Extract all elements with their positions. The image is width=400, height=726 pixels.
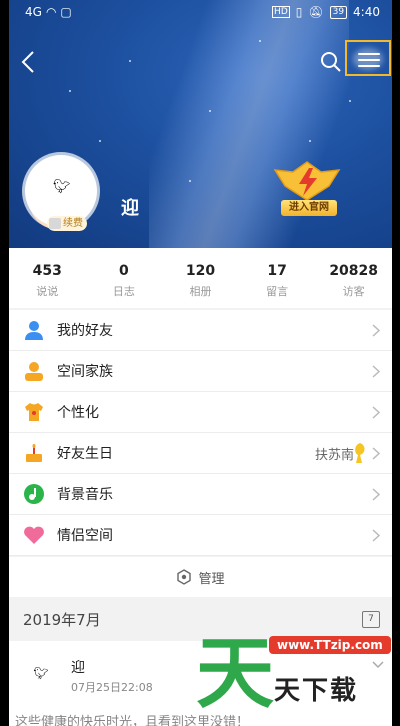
battery-icon: 39 bbox=[329, 5, 348, 19]
chevron-right-icon bbox=[372, 529, 380, 542]
menu-label: 个性化 bbox=[57, 405, 99, 421]
stat-value: 120 bbox=[185, 263, 216, 279]
cake-icon bbox=[26, 444, 42, 462]
search-button[interactable] bbox=[319, 50, 343, 74]
stat-label: 留言 bbox=[266, 285, 289, 298]
chevron-right-icon bbox=[372, 365, 380, 378]
hexagon-settings-icon bbox=[177, 569, 192, 585]
calendar-icon[interactable]: 7 bbox=[362, 611, 380, 628]
birthday-avatar-icon bbox=[355, 443, 365, 463]
stat-label: 日志 bbox=[112, 285, 135, 298]
stat-value: 0 bbox=[119, 263, 129, 279]
menu-list: 我的好友 空间家族 个性化 好友生日 扶苏南 背景音乐 情侣空间 bbox=[9, 310, 392, 556]
status-bar: 4G ◠ ▢ HD ▯ 🔕︎ 39 4:40 bbox=[9, 0, 392, 24]
stats-bar: 453 说说 0 日志 120 相册 17 留言 20828 访客 bbox=[9, 248, 392, 308]
notification-icon: ▢ bbox=[60, 5, 72, 19]
menu-item-music[interactable]: 背景音乐 bbox=[9, 474, 392, 515]
menu-item-personalize[interactable]: 个性化 bbox=[9, 392, 392, 433]
vibrate-icon: ▯ bbox=[295, 5, 303, 19]
clock: 4:40 bbox=[353, 5, 380, 19]
date-label: 2019年7月 bbox=[23, 610, 101, 629]
menu-item-birthdays[interactable]: 好友生日 扶苏南 bbox=[9, 433, 392, 474]
post-time: 07月25日22:08 bbox=[71, 681, 153, 694]
stat-messages[interactable]: 17 留言 bbox=[239, 248, 316, 308]
bird-icon: 🐦︎ bbox=[53, 179, 71, 195]
chevron-right-icon bbox=[372, 406, 380, 419]
vip-icon bbox=[49, 218, 61, 229]
menu-item-friends[interactable]: 我的好友 bbox=[9, 310, 392, 351]
profile-header: 4G ◠ ▢ HD ▯ 🔕︎ 39 4:40 🐦︎ 续费 迎 进入官网 bbox=[9, 0, 392, 248]
bird-icon: 🐦︎ bbox=[33, 666, 49, 680]
calendar-day: 7 bbox=[368, 614, 374, 624]
stat-blogs[interactable]: 0 日志 bbox=[86, 248, 163, 308]
hd-icon: HD bbox=[272, 6, 290, 18]
official-site-label: 进入官网 bbox=[281, 200, 337, 216]
chevron-right-icon bbox=[372, 488, 380, 501]
music-icon bbox=[24, 484, 44, 504]
wifi-icon: ◠ bbox=[45, 5, 57, 19]
stat-posts[interactable]: 453 说说 bbox=[9, 248, 86, 308]
stat-value: 17 bbox=[267, 263, 287, 279]
manage-label: 管理 bbox=[198, 571, 225, 587]
menu-item-family[interactable]: 空间家族 bbox=[9, 351, 392, 392]
lightning-crown-icon bbox=[273, 161, 341, 201]
stat-visitors[interactable]: 20828 访客 bbox=[315, 248, 392, 308]
manage-button[interactable]: 管理 bbox=[9, 557, 392, 597]
stat-albums[interactable]: 120 相册 bbox=[162, 248, 239, 308]
search-icon bbox=[321, 52, 341, 72]
heart-icon bbox=[24, 526, 44, 544]
back-button[interactable] bbox=[17, 48, 41, 76]
chevron-right-icon bbox=[372, 324, 380, 337]
menu-label: 好友生日 bbox=[57, 446, 113, 462]
birthday-friend-name: 扶苏南 bbox=[314, 447, 354, 463]
watermark-char: 天 bbox=[196, 629, 275, 719]
watermark-logo: 天 www.TTzip.com 天下载 bbox=[196, 629, 396, 726]
phone-screen: 4G ◠ ▢ HD ▯ 🔕︎ 39 4:40 🐦︎ 续费 迎 进入官网 453 … bbox=[9, 0, 392, 726]
stat-value: 20828 bbox=[329, 263, 379, 279]
mute-icon: 🔕︎ bbox=[308, 5, 324, 19]
menu-button[interactable] bbox=[345, 40, 391, 76]
stat-label: 访客 bbox=[342, 285, 365, 298]
menu-item-couple[interactable]: 情侣空间 bbox=[9, 515, 392, 556]
menu-label: 情侣空间 bbox=[57, 528, 113, 544]
menu-label: 空间家族 bbox=[57, 364, 113, 380]
official-site-button[interactable]: 进入官网 bbox=[271, 160, 343, 220]
username: 迎 bbox=[121, 198, 139, 219]
post-author: 迎 bbox=[71, 660, 85, 676]
stat-value: 453 bbox=[32, 263, 62, 279]
renew-vip-badge[interactable]: 续费 bbox=[47, 216, 87, 231]
watermark-brand: 天下载 bbox=[274, 676, 359, 706]
stat-label: 说说 bbox=[36, 285, 59, 298]
friends-icon bbox=[25, 321, 43, 340]
stat-label: 相册 bbox=[189, 285, 212, 298]
watermark-url: www.TTzip.com bbox=[269, 636, 391, 654]
hamburger-icon bbox=[358, 53, 380, 67]
menu-label: 我的好友 bbox=[57, 323, 113, 339]
menu-label: 背景音乐 bbox=[57, 487, 113, 503]
tshirt-icon bbox=[25, 403, 43, 421]
signal-text: 4G bbox=[25, 5, 42, 19]
chevron-left-icon bbox=[21, 51, 34, 73]
chevron-right-icon bbox=[372, 447, 380, 460]
renew-label: 续费 bbox=[63, 218, 83, 229]
family-icon bbox=[25, 362, 43, 381]
